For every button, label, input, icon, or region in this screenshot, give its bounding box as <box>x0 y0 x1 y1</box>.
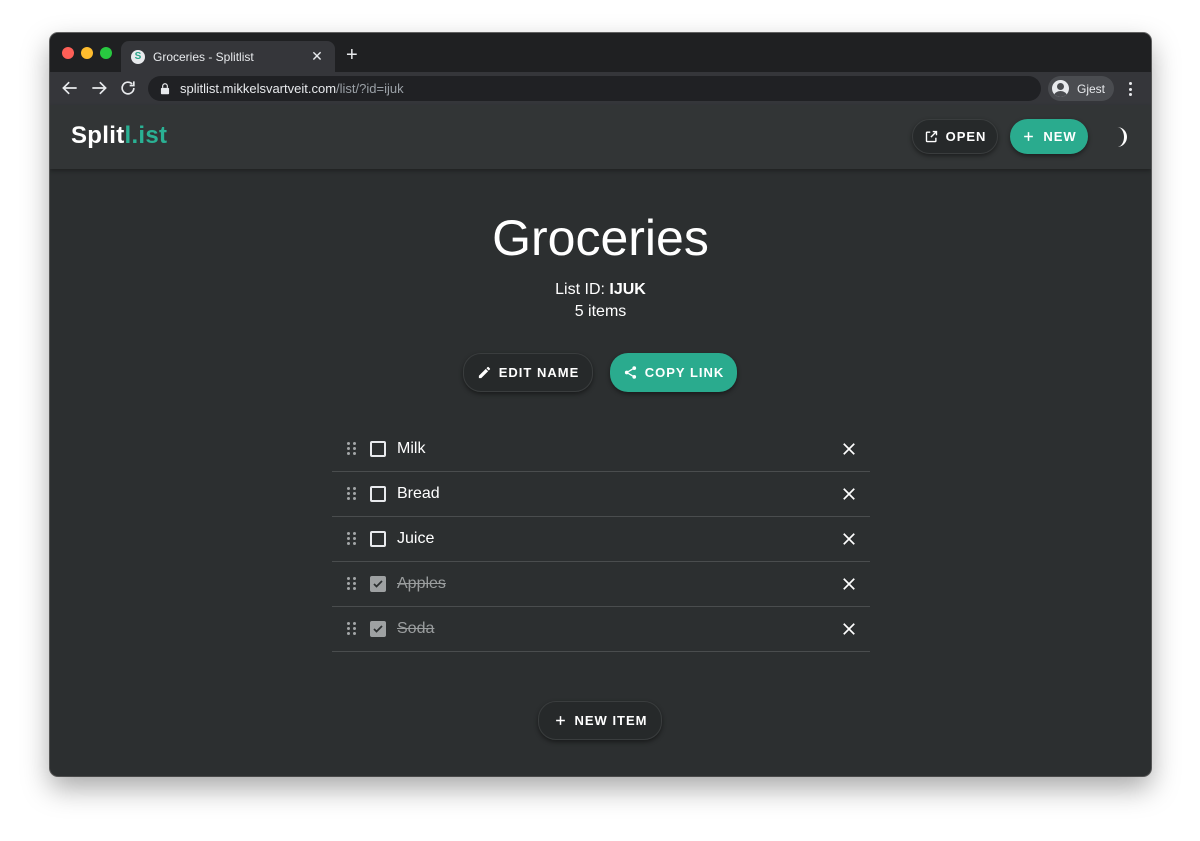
item-label[interactable]: Juice <box>397 530 840 548</box>
edit-name-button-label: EDIT NAME <box>498 365 580 380</box>
browser-tab[interactable]: S Groceries - Splitlist ✕ <box>121 41 335 72</box>
list-item: Juice <box>332 517 870 562</box>
drag-handle-icon[interactable] <box>347 442 357 456</box>
maximize-window-button[interactable] <box>100 47 112 59</box>
list-id-prefix: List ID: <box>555 281 610 298</box>
delete-item-icon[interactable] <box>840 440 858 458</box>
item-label[interactable]: Soda <box>397 620 840 638</box>
checkmark-icon <box>373 625 383 633</box>
delete-item-icon[interactable] <box>840 485 858 503</box>
delete-item-icon[interactable] <box>840 620 858 638</box>
delete-item-icon[interactable] <box>840 575 858 593</box>
list-item: Bread <box>332 472 870 517</box>
open-button[interactable]: OPEN <box>912 119 998 154</box>
open-external-icon <box>924 129 939 144</box>
main-content: Groceries List ID: IJUK 5 items EDIT NAM… <box>50 169 1151 776</box>
reload-icon[interactable] <box>118 78 138 98</box>
item-checkbox-checked[interactable] <box>370 621 386 637</box>
new-list-button[interactable]: NEW <box>1010 119 1088 154</box>
forward-icon[interactable] <box>89 78 109 98</box>
drag-handle-icon[interactable] <box>347 577 357 591</box>
new-list-button-label: NEW <box>1043 129 1077 144</box>
edit-name-button[interactable]: EDIT NAME <box>463 353 593 392</box>
url-host: splitlist.mikkelsvartveit.com <box>180 81 337 96</box>
drag-handle-icon[interactable] <box>347 487 357 501</box>
list-title: Groceries <box>492 210 709 266</box>
new-item-button[interactable]: NEW ITEM <box>538 701 662 740</box>
profile-button[interactable]: Gjest <box>1048 76 1114 101</box>
browser-toolbar: splitlist.mikkelsvartveit.com/list/?id=i… <box>50 72 1151 105</box>
item-list: Milk Bread Juice Apples Soda <box>332 427 870 652</box>
tab-close-icon[interactable]: ✕ <box>309 48 325 65</box>
dark-mode-toggle-icon[interactable] <box>1109 125 1131 149</box>
item-checkbox[interactable] <box>370 441 386 457</box>
item-label[interactable]: Apples <box>397 575 840 593</box>
new-tab-button[interactable]: + <box>346 45 358 65</box>
plus-icon <box>553 713 568 728</box>
minimize-window-button[interactable] <box>81 47 93 59</box>
close-window-button[interactable] <box>62 47 74 59</box>
item-checkbox-checked[interactable] <box>370 576 386 592</box>
item-checkbox[interactable] <box>370 531 386 547</box>
lock-icon <box>160 82 170 94</box>
pencil-icon <box>477 365 492 380</box>
back-icon[interactable] <box>60 78 80 98</box>
item-label[interactable]: Milk <box>397 440 840 458</box>
address-bar[interactable]: splitlist.mikkelsvartveit.com/list/?id=i… <box>148 76 1041 101</box>
profile-avatar-icon <box>1052 80 1069 97</box>
url-path: /list/?id=ijuk <box>336 81 404 96</box>
logo-accent: l.ist <box>124 122 168 149</box>
delete-item-icon[interactable] <box>840 530 858 548</box>
list-item: Soda <box>332 607 870 652</box>
new-item-button-label: NEW ITEM <box>574 713 648 728</box>
item-count: 5 items <box>574 303 627 320</box>
item-checkbox[interactable] <box>370 486 386 502</box>
app-header: Splitl.ist OPEN NEW <box>50 105 1151 169</box>
tab-title: Groceries - Splitlist <box>153 49 254 64</box>
list-id: List ID: IJUK <box>50 281 1151 299</box>
favicon-icon: S <box>131 49 145 64</box>
list-id-value: IJUK <box>609 281 646 298</box>
app-logo[interactable]: Splitl.ist <box>71 122 167 150</box>
list-item: Milk <box>332 427 870 472</box>
drag-handle-icon[interactable] <box>347 622 357 636</box>
item-label[interactable]: Bread <box>397 485 840 503</box>
copy-link-button-label: COPY LINK <box>644 365 725 380</box>
open-button-label: OPEN <box>945 129 987 144</box>
share-icon <box>623 365 638 380</box>
list-item: Apples <box>332 562 870 607</box>
copy-link-button[interactable]: COPY LINK <box>610 353 737 392</box>
url-text: splitlist.mikkelsvartveit.com/list/?id=i… <box>180 81 404 96</box>
drag-handle-icon[interactable] <box>347 532 357 546</box>
browser-window: S Groceries - Splitlist ✕ + splitlist.mi… <box>50 33 1151 776</box>
browser-menu-icon[interactable] <box>1124 80 1136 98</box>
tab-strip: S Groceries - Splitlist ✕ + <box>50 33 1151 72</box>
profile-name: Gjest <box>1077 81 1106 96</box>
plus-icon <box>1021 129 1036 144</box>
logo-main: Split <box>71 122 125 149</box>
checkmark-icon <box>373 580 383 588</box>
